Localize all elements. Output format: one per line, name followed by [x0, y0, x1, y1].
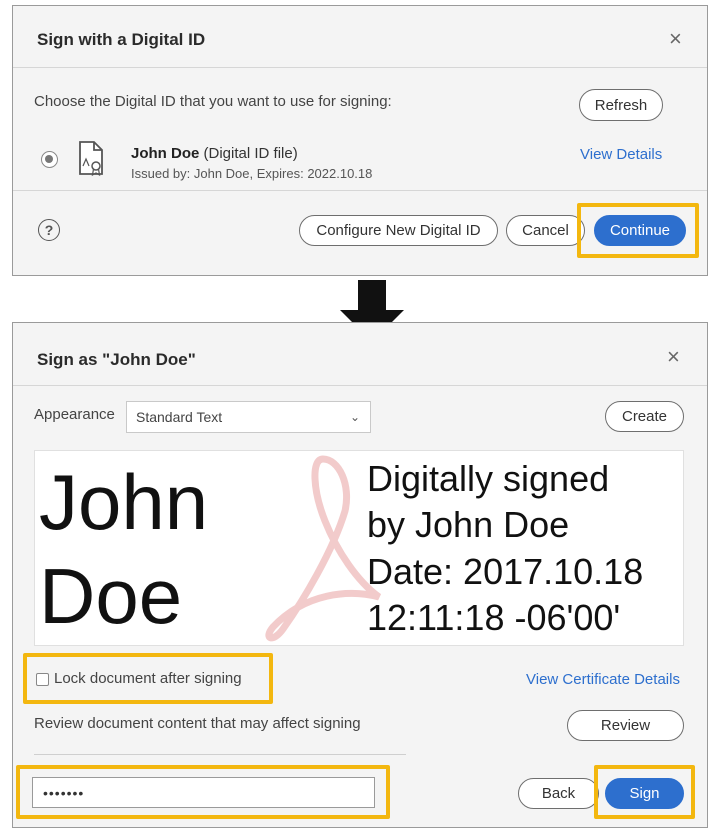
- back-button[interactable]: Back: [518, 778, 599, 809]
- close-icon[interactable]: ×: [669, 28, 682, 50]
- signature-preview: John Doe Digitally signed by John Doe Da…: [34, 450, 684, 646]
- refresh-button[interactable]: Refresh: [579, 89, 663, 121]
- signature-info-line4: 12:11:18 -06'00': [367, 597, 621, 638]
- review-text: Review document content that may affect …: [34, 715, 361, 732]
- continue-button[interactable]: Continue: [594, 215, 686, 246]
- review-button[interactable]: Review: [567, 710, 684, 741]
- lock-document-checkbox[interactable]: [36, 673, 49, 686]
- digital-id-name: John Doe (Digital ID file): [131, 145, 298, 162]
- digital-id-issued: Issued by: John Doe, Expires: 2022.10.18: [131, 166, 373, 181]
- appearance-select[interactable]: Standard Text ⌄: [126, 401, 371, 433]
- digital-id-type: (Digital ID file): [199, 145, 298, 162]
- signature-info-line3: Date: 2017.10.18: [367, 551, 644, 592]
- choose-id-prompt: Choose the Digital ID that you want to u…: [34, 93, 392, 110]
- help-icon[interactable]: ?: [38, 219, 60, 241]
- digital-id-radio[interactable]: [41, 151, 58, 168]
- signature-info-line2: by John Doe: [367, 504, 570, 545]
- appearance-label: Appearance: [34, 406, 115, 423]
- lock-document-label: Lock document after signing: [54, 670, 242, 687]
- configure-new-digital-id-button[interactable]: Configure New Digital ID: [299, 215, 498, 246]
- divider: [34, 754, 406, 755]
- dialog-title: Sign with a Digital ID: [37, 30, 206, 49]
- signature-name-line1: John: [39, 458, 209, 546]
- view-details-link[interactable]: View Details: [580, 146, 662, 163]
- sign-button[interactable]: Sign: [605, 778, 684, 809]
- view-certificate-details-link[interactable]: View Certificate Details: [526, 671, 680, 688]
- signature-info-line1: Digitally signed: [367, 458, 610, 499]
- divider: [13, 190, 707, 191]
- digital-id-owner: John Doe: [131, 145, 200, 162]
- cancel-button[interactable]: Cancel: [506, 215, 585, 246]
- divider: [13, 385, 707, 386]
- appearance-value: Standard Text: [136, 409, 223, 425]
- chevron-down-icon: ⌄: [349, 410, 360, 424]
- divider: [13, 67, 707, 68]
- close-icon[interactable]: ×: [667, 346, 680, 368]
- create-button[interactable]: Create: [605, 401, 684, 432]
- dialog-title: Sign as "John Doe": [37, 350, 196, 369]
- certificate-file-icon: [79, 141, 103, 177]
- password-input[interactable]: •••••••: [32, 777, 375, 808]
- signature-name-line2: Doe: [39, 552, 183, 640]
